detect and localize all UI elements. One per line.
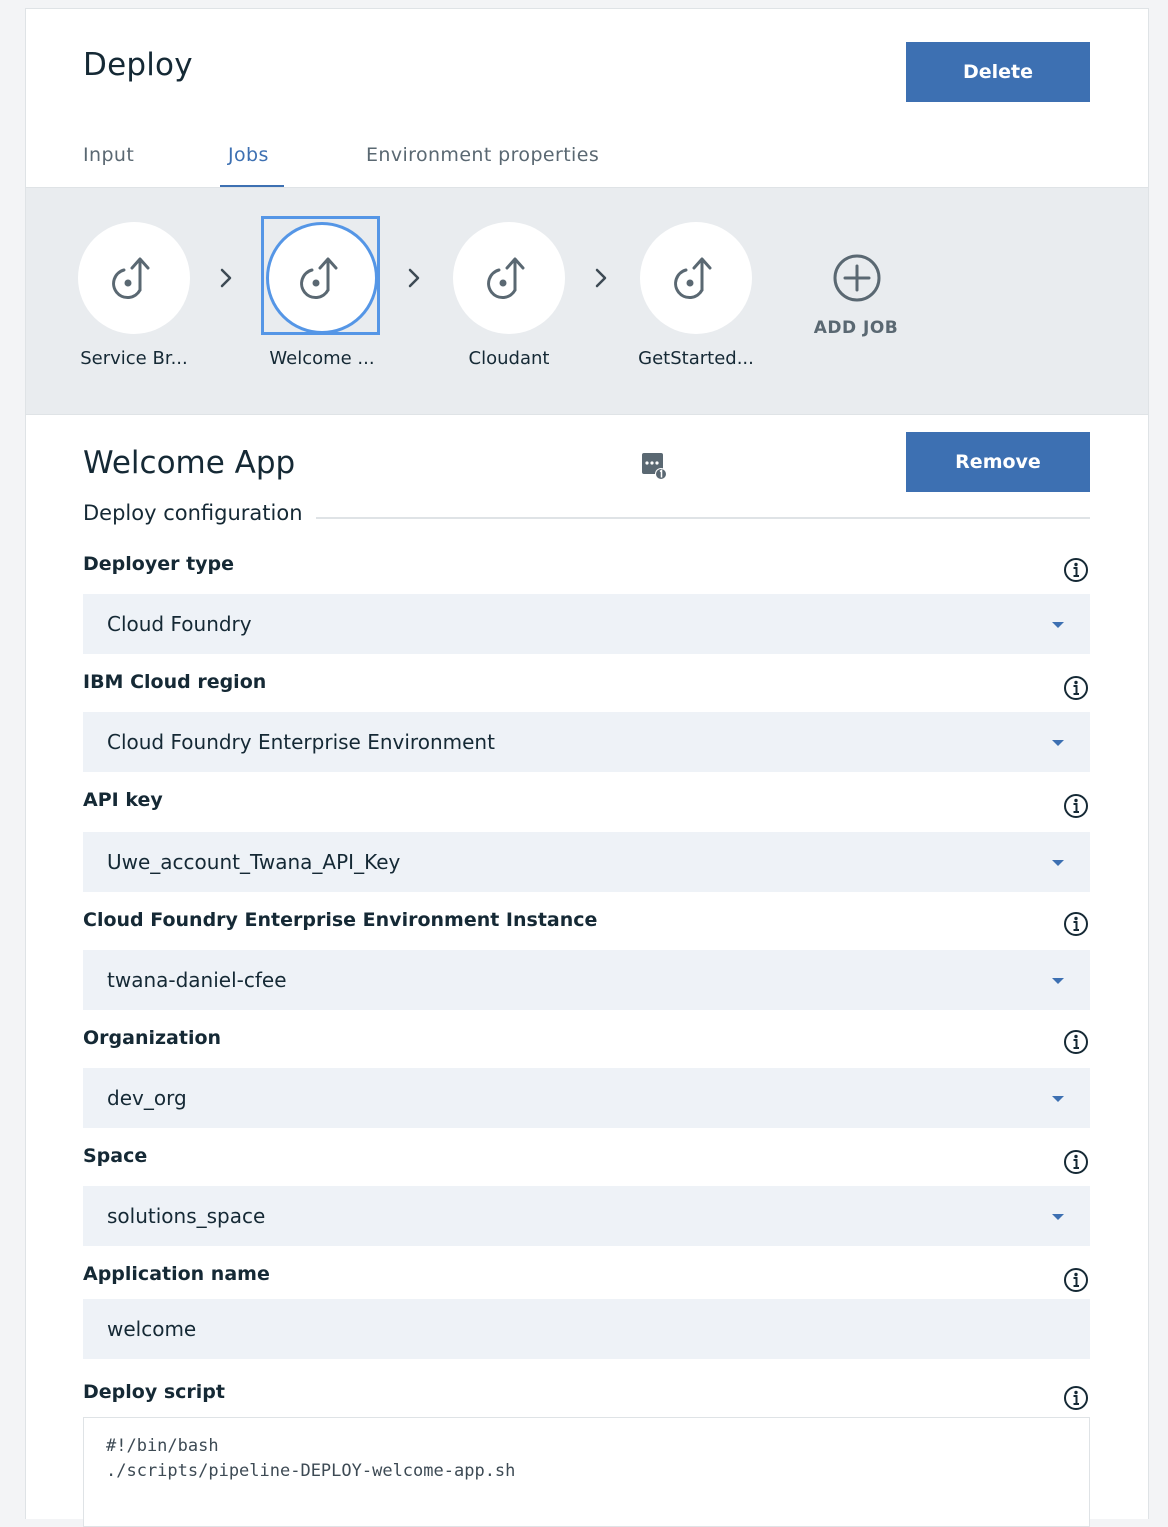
job-welcome-app[interactable]: Welcome ... [252,216,392,382]
deployer-type-value: Cloud Foundry [107,612,252,636]
plus-circle-icon [833,254,881,302]
deploy-job-icon [487,257,525,300]
deployer-type-select[interactable]: Cloud Foundry [83,594,1090,654]
cfee-instance-label: Cloud Foundry Enterprise Environment Ins… [83,909,598,931]
deploy-stage-panel: Deploy Delete Input Jobs Environment pro… [25,8,1149,1527]
space-label: Space [83,1145,148,1167]
job-getstarted[interactable]: GetStarted... [626,222,766,382]
chevron-right-icon [220,268,232,288]
job-circle[interactable] [640,222,752,334]
jobs-pipeline: Service Br... Welcome ... Cloudant GetSt… [26,187,1148,415]
caret-down-icon [1052,1096,1064,1102]
deployer-type-label: Deployer type [83,553,235,575]
api-key-select[interactable]: Uwe_account_Twana_API_Key [83,832,1090,892]
info-icon[interactable] [1063,1385,1089,1411]
caret-down-icon [1052,622,1064,628]
job-circle[interactable] [453,222,565,334]
space-value: solutions_space [107,1204,266,1228]
job-label: Welcome ... [269,348,375,369]
chevron-right-icon [408,268,420,288]
app-name-input[interactable]: welcome [83,1299,1090,1359]
job-circle[interactable] [266,222,378,334]
info-icon[interactable] [1063,793,1089,819]
section-divider [316,517,1090,519]
caret-down-icon [1052,1214,1064,1220]
space-select[interactable]: solutions_space [83,1186,1090,1246]
api-key-value: Uwe_account_Twana_API_Key [107,850,401,874]
job-cloudant[interactable]: Cloudant [439,222,579,382]
tab-input[interactable]: Input [83,137,134,187]
tab-jobs[interactable]: Jobs [228,137,269,187]
tab-bar: Input Jobs Environment properties [26,137,1148,189]
deploy-job-icon [300,257,338,300]
add-job-button[interactable]: ADD JOB [806,252,906,352]
api-key-label: API key [83,789,163,811]
add-job-label: ADD JOB [813,318,899,338]
region-label: IBM Cloud region [83,671,267,693]
job-circle[interactable] [78,222,190,334]
deploy-job-icon [112,257,150,300]
info-icon[interactable] [1063,911,1089,937]
info-icon[interactable] [1063,1267,1089,1293]
info-icon[interactable] [1063,1029,1089,1055]
region-select[interactable]: Cloud Foundry Enterprise Environment [83,712,1090,772]
cfee-instance-value: twana-daniel-cfee [107,968,287,992]
app-name-label: Application name [83,1263,270,1285]
remove-button[interactable]: Remove [906,432,1090,492]
deploy-script-textarea[interactable]: #!/bin/bash ./scripts/pipeline-DEPLOY-we… [83,1417,1090,1527]
chevron-right-icon [595,268,607,288]
page-title: Deploy [83,47,193,83]
delete-button[interactable]: Delete [906,42,1090,102]
organization-select[interactable]: dev_org [83,1068,1090,1128]
info-icon[interactable] [1063,557,1089,583]
organization-label: Organization [83,1027,222,1049]
deploy-job-icon [674,257,712,300]
info-icon[interactable] [1063,675,1089,701]
console-log-icon[interactable] [640,450,670,482]
job-label: Service Br... [80,348,188,369]
region-value: Cloud Foundry Enterprise Environment [107,730,495,754]
deploy-script-label: Deploy script [83,1381,225,1403]
job-label: GetStarted... [638,348,754,369]
section-title: Deploy configuration [83,501,303,525]
job-detail-title: Welcome App [83,445,296,481]
organization-value: dev_org [107,1086,187,1110]
caret-down-icon [1052,860,1064,866]
caret-down-icon [1052,978,1064,984]
cfee-instance-select[interactable]: twana-daniel-cfee [83,950,1090,1010]
info-icon[interactable] [1063,1149,1089,1175]
job-service-broker[interactable]: Service Br... [64,222,204,382]
app-name-value: welcome [107,1317,197,1341]
caret-down-icon [1052,740,1064,746]
job-label: Cloudant [468,348,550,369]
tab-environment-properties[interactable]: Environment properties [366,137,599,187]
